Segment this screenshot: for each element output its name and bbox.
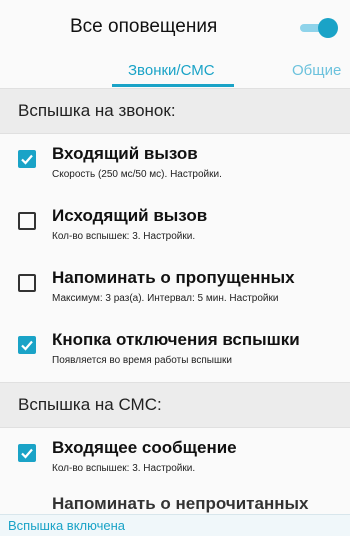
item-subtitle: Скорость (250 мс/50 мс). Настройки. [52,169,222,180]
check-icon [21,448,33,459]
item-label: Напоминать о пропущенных [52,268,295,287]
app-screen: Все оповещения Звонки/СМС Общие Вспышка … [0,0,350,536]
header: Все оповещения [0,0,350,56]
tab-bar: Звонки/СМС Общие [0,56,350,88]
page-title: Все оповещения [70,16,218,37]
item-subtitle: Кол-во вспышек: 3. Настройки. [52,231,196,242]
list-item-incoming-sms[interactable]: Входящее сообщение Кол-во вспышек: 3. На… [0,428,350,490]
tab-indicator [112,84,234,87]
section-header-call: Вспышка на звонок: [0,88,350,134]
item-label: Входящий вызов [52,144,198,163]
check-icon [21,154,33,165]
tab-calls-sms[interactable]: Звонки/СМС [128,62,215,79]
item-subtitle: Появляется во время работы вспышки [52,355,232,366]
checkbox-stop-flash-button[interactable] [18,336,36,354]
checkbox-incoming-sms[interactable] [18,444,36,462]
checkbox-outgoing-call[interactable] [18,212,36,230]
list-item-incoming-call[interactable]: Входящий вызов Скорость (250 мс/50 мс). … [0,134,350,196]
list-item-outgoing-call[interactable]: Исходящий вызов Кол-во вспышек: 3. Настр… [0,196,350,258]
status-bar: Вспышка включена [0,514,350,536]
list-item-stop-flash-button[interactable]: Кнопка отключения вспышки Появляется во … [0,320,350,382]
all-notifications-toggle[interactable] [300,18,338,38]
section-header-sms: Вспышка на СМС: [0,382,350,428]
list-item-unread-reminder-partial[interactable]: Напоминать о непрочитанных [52,494,308,514]
item-label: Кнопка отключения вспышки [52,330,300,349]
item-label: Исходящий вызов [52,206,208,225]
checkbox-incoming-call[interactable] [18,150,36,168]
tab-general[interactable]: Общие [292,62,341,79]
check-icon [21,340,33,351]
checkbox-missed-reminder[interactable] [18,274,36,292]
list-item-missed-reminder[interactable]: Напоминать о пропущенных Максимум: 3 раз… [0,258,350,320]
item-subtitle: Кол-во вспышек: 3. Настройки. [52,463,196,474]
toggle-thumb [318,18,338,38]
item-subtitle: Максимум: 3 раз(а). Интервал: 5 мин. Нас… [52,293,279,304]
item-label: Входящее сообщение [52,438,237,457]
